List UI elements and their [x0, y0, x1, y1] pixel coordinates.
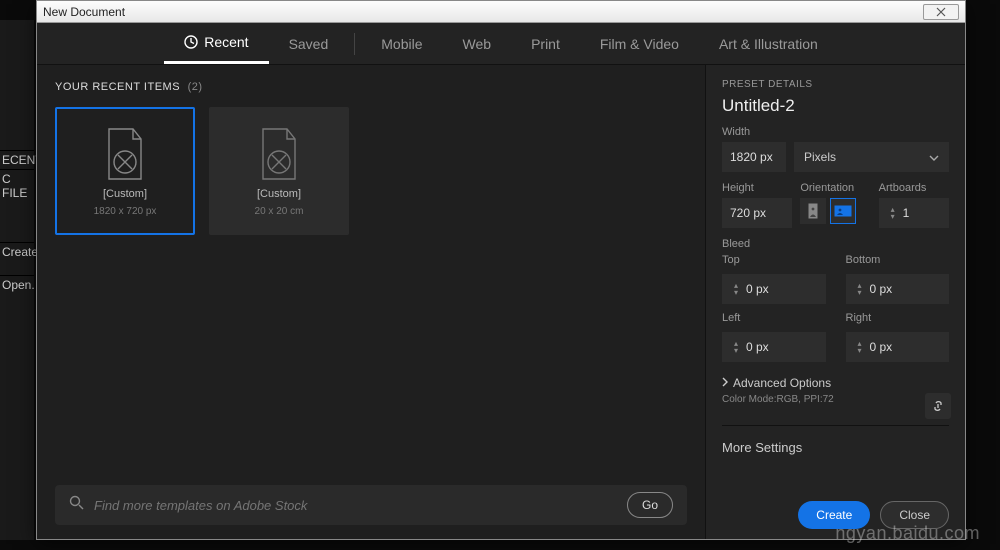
advanced-options-toggle[interactable]: Advanced Options [722, 376, 949, 390]
preset-card[interactable]: [Custom] 1820 x 720 px [55, 107, 195, 235]
stepper-icon[interactable]: ▴▾ [730, 341, 742, 354]
preset-card-title: [Custom] [103, 188, 147, 200]
create-button[interactable]: Create [798, 501, 870, 529]
stock-search-input[interactable] [94, 498, 617, 513]
stepper-icon[interactable]: ▴▾ [854, 283, 866, 296]
preset-details-panel: PRESET DETAILS Untitled-2 Width 1820 px … [705, 65, 965, 539]
new-document-dialog: New Document Recent Saved Mobile Web Pri… [36, 0, 966, 540]
tab-mobile[interactable]: Mobile [361, 23, 442, 64]
chevron-right-icon [722, 376, 728, 390]
more-settings-button[interactable]: More Settings [722, 425, 949, 455]
artboards-label: Artboards [879, 182, 949, 194]
tab-recent[interactable]: Recent [164, 23, 268, 64]
go-button[interactable]: Go [627, 492, 673, 518]
category-tabs: Recent Saved Mobile Web Print Film & Vid… [37, 23, 965, 65]
tab-film-video[interactable]: Film & Video [580, 23, 699, 64]
tab-saved[interactable]: Saved [269, 23, 349, 64]
close-icon[interactable] [923, 4, 959, 20]
stepper-icon[interactable]: ▴▾ [854, 341, 866, 354]
stepper-icon[interactable]: ▴▾ [730, 283, 742, 296]
document-icon [255, 126, 303, 182]
bleed-left-label: Left [722, 312, 826, 324]
preset-card-subtitle: 1820 x 720 px [94, 206, 157, 217]
dialog-title: New Document [43, 5, 125, 19]
recent-items-heading: YOUR RECENT ITEMS (2) [55, 81, 687, 93]
height-label: Height [722, 182, 792, 194]
artboards-input[interactable]: ▴▾ 1 [879, 198, 949, 228]
background-app-sidebar: ECENT C FILE Create Open. [0, 20, 34, 540]
bleed-left-input[interactable]: ▴▾ 0 px [722, 332, 826, 362]
bleed-right-label: Right [846, 312, 950, 324]
width-label: Width [722, 126, 949, 138]
document-icon [101, 126, 149, 182]
bleed-bottom-label: Bottom [846, 254, 950, 266]
search-icon [69, 495, 84, 515]
preset-card-subtitle: 20 x 20 cm [255, 206, 304, 217]
stepper-icon[interactable]: ▴▾ [887, 207, 899, 220]
orientation-landscape[interactable] [830, 198, 856, 224]
orientation-label: Orientation [800, 182, 870, 194]
chevron-down-icon [929, 150, 939, 164]
stock-search: Go [55, 485, 687, 525]
width-input[interactable]: 1820 px [722, 142, 786, 172]
orientation-portrait[interactable] [800, 198, 826, 224]
document-name[interactable]: Untitled-2 [722, 96, 949, 116]
height-input[interactable]: 720 px [722, 198, 792, 228]
preset-card[interactable]: [Custom] 20 x 20 cm [209, 107, 349, 235]
tab-separator [354, 33, 355, 55]
color-mode-text: Color Mode:RGB, PPI:72 [722, 394, 949, 405]
clock-icon [184, 35, 198, 49]
tab-art-illustration[interactable]: Art & Illustration [699, 23, 838, 64]
bleed-bottom-input[interactable]: ▴▾ 0 px [846, 274, 950, 304]
preset-card-title: [Custom] [257, 188, 301, 200]
close-button[interactable]: Close [880, 501, 949, 529]
bleed-right-input[interactable]: ▴▾ 0 px [846, 332, 950, 362]
bleed-top-label: Top [722, 254, 826, 266]
units-dropdown[interactable]: Pixels [794, 142, 949, 172]
link-icon[interactable] [925, 393, 951, 419]
bleed-top-input[interactable]: ▴▾ 0 px [722, 274, 826, 304]
dialog-titlebar: New Document [37, 1, 965, 23]
recent-items-panel: YOUR RECENT ITEMS (2) [Custom] 1820 x 72… [37, 65, 705, 539]
preset-details-label: PRESET DETAILS [722, 79, 949, 90]
tab-print[interactable]: Print [511, 23, 580, 64]
bleed-label: Bleed [722, 238, 949, 250]
tab-web[interactable]: Web [443, 23, 512, 64]
